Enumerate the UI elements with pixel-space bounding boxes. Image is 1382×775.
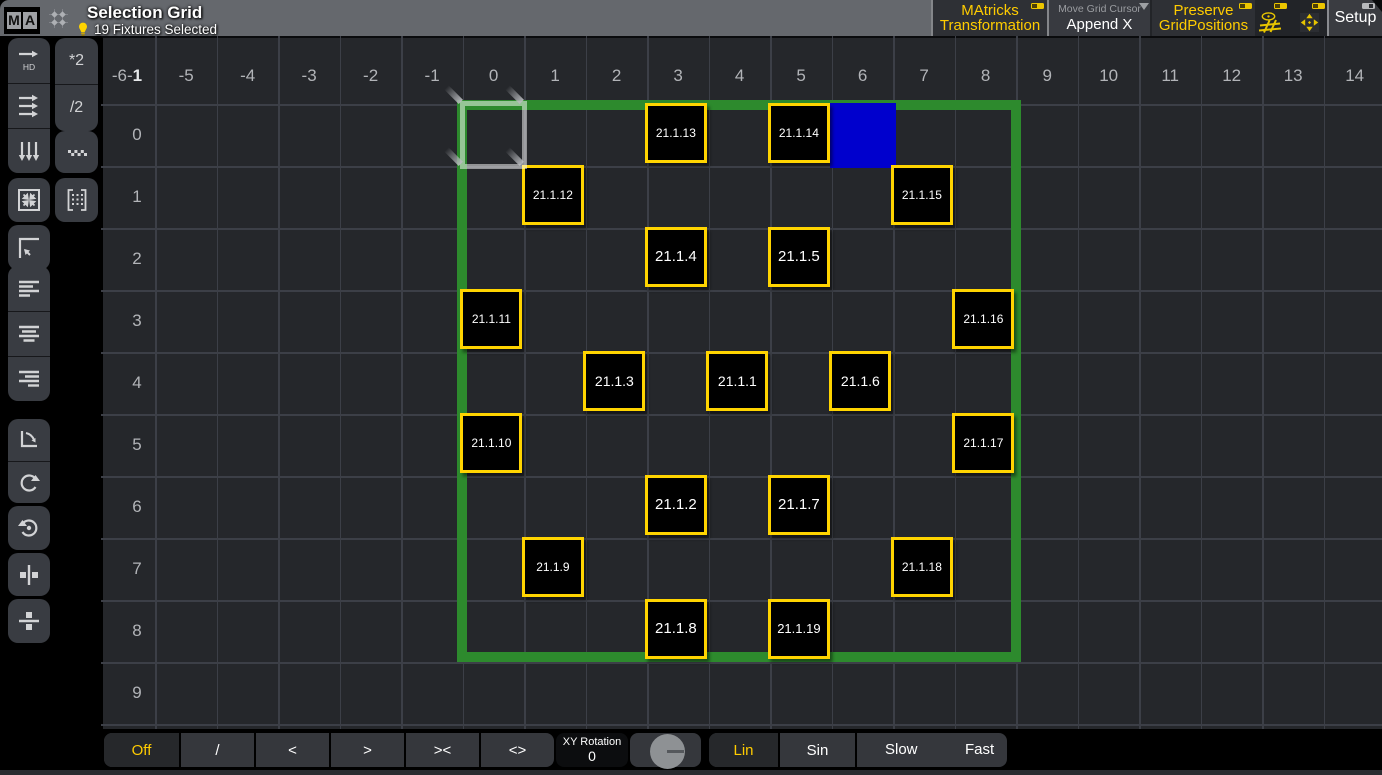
svg-text:HD: HD: [23, 62, 35, 72]
